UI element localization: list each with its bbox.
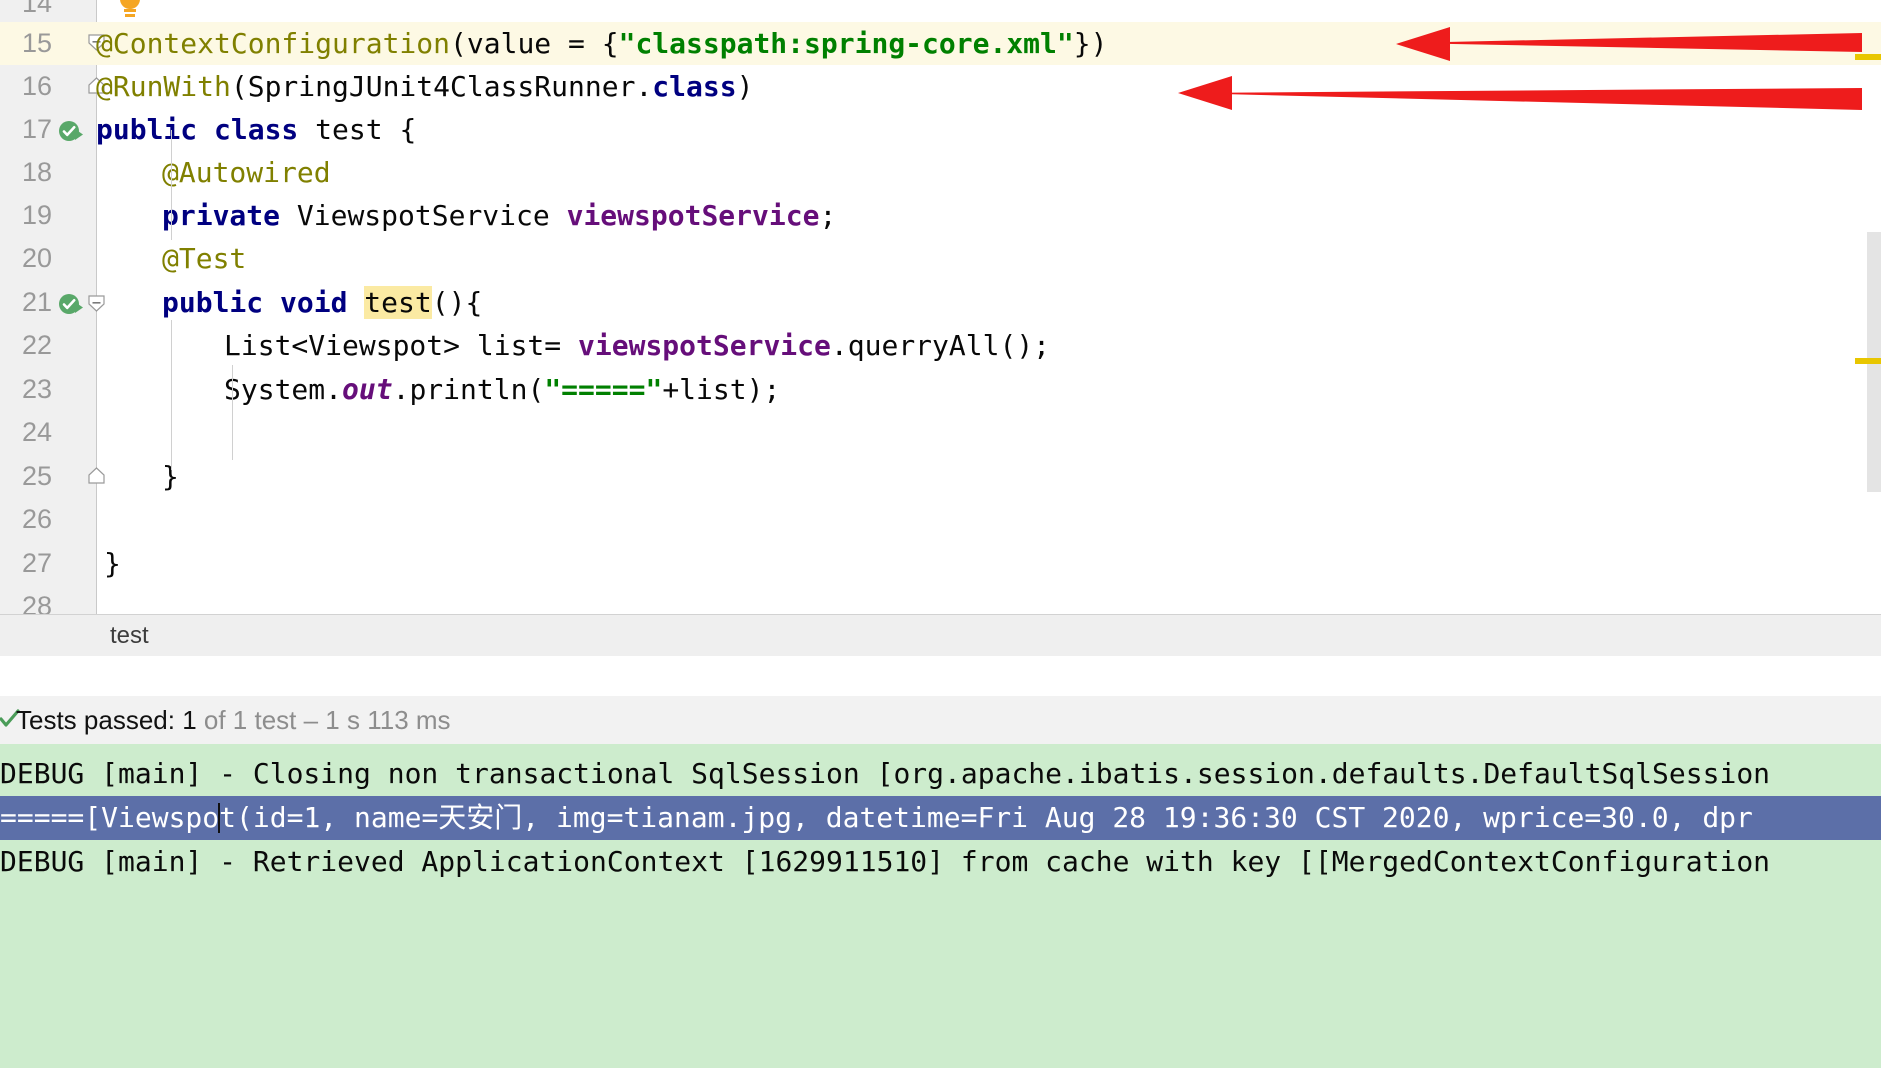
line-number: 27 [21, 548, 52, 578]
annotation-token: @RunWith [96, 70, 231, 103]
test-results-bar: Tests passed: 1 of 1 test – 1 s 113 ms [0, 696, 1881, 745]
editor-line-row[interactable]: 24 [0, 411, 1881, 454]
code-text: public void test(){ [162, 281, 482, 324]
line-number: 23 [21, 374, 52, 404]
keyword-token: class [652, 70, 737, 103]
code-text: List<Viewspot> list= viewspotService.que… [224, 324, 1050, 367]
code-text: @RunWith(SpringJUnit4ClassRunner.class) [96, 65, 753, 108]
static-field-token: out [342, 373, 393, 406]
code-text: } [104, 542, 121, 585]
test-status-detail: of 1 test – 1 s 113 ms [196, 705, 451, 735]
console-line[interactable]: DEBUG [main] - Retrieved ApplicationCont… [0, 840, 1881, 884]
editor-line-row[interactable]: 19 private ViewspotService viewspotServi… [0, 194, 1881, 237]
string-literal-token: "classpath:spring-core.xml" [618, 27, 1074, 60]
line-number: 20 [21, 243, 52, 273]
line-number: 26 [21, 504, 52, 534]
line-number: 19 [21, 200, 52, 230]
line-number: 18 [21, 157, 52, 187]
code-token: (value = { [450, 27, 619, 60]
code-token: test { [298, 113, 417, 146]
code-text: @Test [162, 237, 246, 280]
code-token: ViewspotService [280, 199, 567, 232]
editor-line-row[interactable]: 28 [0, 585, 1881, 614]
code-token: +list); [662, 373, 781, 406]
code-token: (SpringJUnit4ClassRunner. [230, 70, 653, 103]
code-token: .println( [392, 373, 545, 406]
annotation-token: @Test [162, 242, 247, 275]
code-text: System.out.println("====="+list); [224, 368, 780, 411]
code-editor[interactable]: 14 15 @ContextConfiguration(value = {"cl… [0, 0, 1881, 614]
string-literal-token: "=====" [544, 373, 663, 406]
line-number: 22 [21, 330, 52, 360]
line-number: 17 [21, 114, 52, 144]
test-status-text: Tests passed: 1 of 1 test – 1 s 113 ms [16, 696, 451, 744]
line-number: 25 [21, 461, 52, 491]
test-status-prefix: Tests passed: [16, 705, 183, 735]
test-passed-count: 1 [182, 705, 197, 735]
run-test-icon[interactable] [58, 292, 84, 318]
code-token: ; [819, 199, 837, 232]
line-number: 24 [21, 417, 52, 447]
editor-line-row[interactable]: 25 } [0, 455, 1881, 498]
line-number: 28 [21, 591, 52, 614]
scrollbar-warning-marker[interactable] [1855, 54, 1881, 60]
code-token: }) [1073, 27, 1108, 60]
indent-guide [171, 320, 172, 470]
console-output-panel[interactable]: DEBUG [main] - Closing non transactional… [0, 744, 1881, 1068]
run-test-icon[interactable] [58, 119, 84, 145]
keyword-token: public class [96, 113, 299, 146]
field-token: viewspotService [578, 329, 831, 362]
editor-line-row[interactable]: 17 public class test { [0, 108, 1881, 151]
editor-line-row[interactable]: 15 @ContextConfiguration(value = {"class… [0, 22, 1881, 66]
editor-bottom-strip [0, 656, 1881, 697]
editor-line-row[interactable]: 16 @RunWith(SpringJUnit4ClassRunner.clas… [0, 65, 1881, 108]
indent-guide [171, 130, 172, 240]
highlighted-identifier: test [364, 286, 432, 319]
scrollbar-warning-marker[interactable] [1855, 358, 1881, 364]
editor-line-row[interactable]: 26 [0, 498, 1881, 541]
fold-collapse-icon[interactable] [88, 295, 105, 312]
code-token: } [104, 547, 121, 580]
code-token: List<Viewspot> list= [224, 329, 579, 362]
line-number: 21 [21, 287, 52, 317]
editor-line-row[interactable]: 23 System.out.println("====="+list); [0, 368, 1881, 411]
code-text: private ViewspotService viewspotService; [162, 194, 836, 237]
field-token: viewspotService [566, 199, 820, 232]
editor-line-row[interactable]: 22 List<Viewspot> list= viewspotService.… [0, 324, 1881, 367]
console-line[interactable]: DEBUG [main] - Closing non transactional… [0, 752, 1881, 796]
breadcrumb[interactable]: test [110, 615, 149, 657]
line-number: 15 [0, 22, 52, 66]
fold-expand-icon[interactable] [88, 467, 105, 484]
breadcrumb-bar[interactable]: test [0, 614, 1881, 657]
keyword-token: public void [162, 286, 365, 319]
code-token: (){ [431, 286, 483, 319]
console-line-selected[interactable]: =====[Viewspot(id=1, name=天安门, img=tiana… [0, 796, 1881, 840]
keyword-token: private [162, 199, 281, 232]
code-text: @ContextConfiguration(value = {"classpat… [96, 22, 1107, 65]
annotation-token: @ContextConfiguration [96, 27, 451, 60]
ide-window: 14 15 @ContextConfiguration(value = {"cl… [0, 0, 1881, 1068]
editor-line-row[interactable]: 20 @Test [0, 237, 1881, 280]
indent-guide [232, 365, 233, 460]
editor-line-row[interactable]: 21 public void test(){ [0, 281, 1881, 324]
editor-line-row[interactable]: 18 @Autowired [0, 151, 1881, 194]
console-line-text-before-caret: =====[Viewspo [0, 801, 220, 834]
line-number: 16 [21, 71, 52, 101]
code-token: System. [224, 373, 343, 406]
intention-bulb-icon[interactable] [118, 0, 142, 18]
code-token: .querryAll(); [830, 329, 1051, 362]
editor-line-row[interactable]: 27 } [0, 542, 1881, 585]
code-text: public class test { [96, 108, 416, 151]
console-line-text-after-caret: t(id=1, name=天安门, img=tianam.jpg, dateti… [219, 801, 1753, 834]
code-token: ) [736, 70, 754, 103]
code-text: @Autowired [162, 151, 331, 194]
annotation-token: @Autowired [162, 156, 331, 189]
